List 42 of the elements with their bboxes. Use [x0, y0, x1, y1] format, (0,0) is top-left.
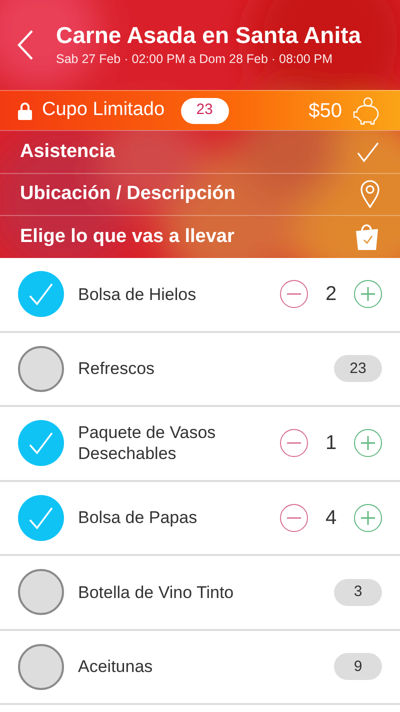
plus-icon [361, 436, 375, 450]
plus-button[interactable] [354, 429, 382, 458]
minus-button[interactable] [280, 429, 308, 458]
count-badge: 9 [334, 653, 382, 680]
item-row[interactable]: Bolsa de Papas 4 [0, 482, 400, 556]
item-name: Refrescos [78, 358, 156, 380]
menu-row[interactable]: Elige lo que vas a llevar [0, 215, 400, 258]
minus-icon [287, 516, 301, 519]
quantity: 2 [324, 282, 338, 308]
checkmark-icon [356, 140, 380, 163]
item-name: Botella de Vino Tinto [78, 582, 235, 603]
plus-button[interactable] [354, 504, 382, 532]
menu-row[interactable]: Asistencia [0, 130, 400, 173]
plus-icon [361, 510, 375, 525]
item-row[interactable]: Aceitunas 9 [0, 630, 400, 705]
lock-icon [18, 102, 32, 120]
item-row[interactable]: Botella de Vino Tinto 3 [0, 556, 400, 630]
item-row[interactable]: Refrescos 23 [0, 332, 400, 407]
item-row[interactable]: Bolsa de Hielos 2 [0, 258, 400, 332]
quantity: 4 [324, 506, 338, 531]
count-badge: 3 [334, 578, 382, 606]
minus-icon [287, 293, 301, 296]
item-name: Bolsa de Hielos [78, 284, 198, 305]
plus-button[interactable] [354, 280, 382, 308]
item-name: Paquete de Vasos Desechables [78, 422, 217, 464]
menu-row[interactable]: Ubicación / Descripción [0, 172, 400, 216]
shopping-bag-icon [354, 222, 380, 251]
quantity: 1 [324, 431, 338, 456]
minus-button[interactable] [280, 504, 308, 532]
count-badge: 23 [334, 355, 382, 382]
event-dates: Sab 27 Feb · 02:00 PM a Dom 28 Feb · 08:00 PM [56, 51, 334, 68]
item-name: Aceitunas [78, 656, 154, 678]
price: $50 [308, 98, 342, 124]
event-title: Carne Asada en Santa Anita [56, 21, 362, 50]
location-pin-icon [360, 180, 380, 208]
quota-label: Cupo Limitado [42, 98, 165, 122]
minus-button[interactable] [280, 280, 308, 308]
plus-icon [361, 287, 375, 302]
quota-badge: 23 [180, 98, 229, 124]
item-row[interactable]: Paquete de Vasos Desechables 1 [0, 407, 400, 482]
item-name: Bolsa de Papas [78, 507, 198, 528]
minus-icon [287, 442, 301, 444]
